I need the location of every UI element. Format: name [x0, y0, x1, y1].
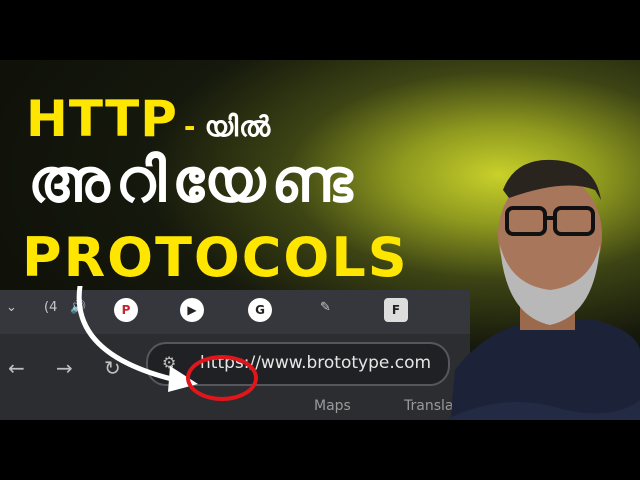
chevron-down-icon: ⌄ [6, 300, 17, 315]
headline-line-2: അറിയേണ്ട [28, 146, 359, 216]
tab-count: (4 [44, 300, 58, 315]
headline-line-1: HTTP - യിൽ [26, 90, 271, 148]
f-logo-icon[interactable]: F [384, 298, 408, 322]
bookmark-maps[interactable]: Maps [314, 398, 351, 414]
pencil-icon: ✎ [320, 300, 331, 315]
headline-malayalam-suffix: യിൽ [204, 110, 272, 143]
headline-protocols: PROTOCOLS [22, 226, 409, 289]
curved-arrow-icon [76, 286, 198, 392]
headline-dash: - [183, 110, 197, 143]
back-arrow-icon[interactable]: ← [8, 356, 25, 380]
presenter-photo [445, 159, 640, 420]
https-highlight-circle [186, 355, 258, 401]
thumbnail-frame: ⌄ (4 🔊 P ▶ G ✎ F ← → ↻ ⚙ https://www.bro… [0, 60, 640, 420]
google-icon[interactable]: G [248, 298, 272, 322]
headline-http: HTTP [26, 90, 178, 148]
